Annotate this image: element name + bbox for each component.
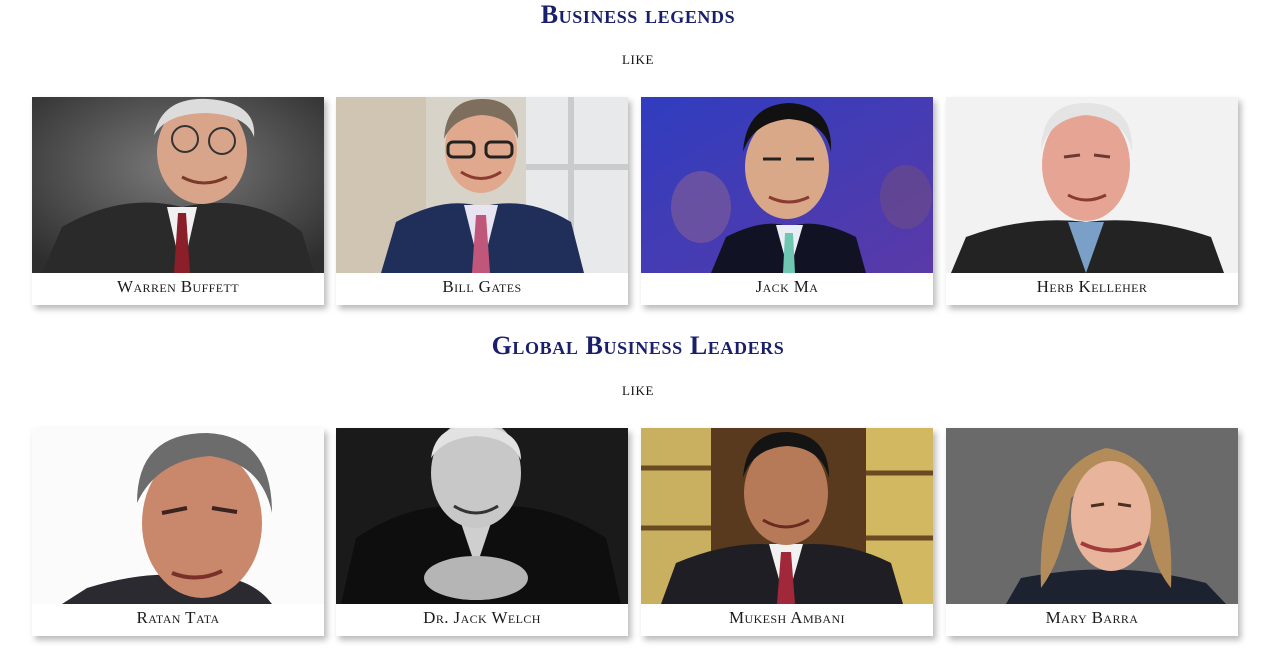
person-name: Bill Gates	[442, 277, 522, 296]
portrait-photo	[32, 428, 324, 604]
leaders-row: Ratan Tata Dr. Jack Welch Mukesh Ambani …	[32, 428, 1238, 636]
person-card-jack-welch[interactable]: Dr. Jack Welch	[336, 428, 628, 636]
person-card-herb-kelleher[interactable]: Herb Kelleher	[946, 97, 1238, 305]
section-subtitle: like	[622, 48, 654, 68]
legends-row: Warren Buffett Bill Gates Jack Ma Herb K…	[32, 97, 1238, 305]
portrait-photo	[336, 97, 628, 273]
person-name: Dr. Jack Welch	[423, 608, 541, 627]
person-card-warren-buffett[interactable]: Warren Buffett	[32, 97, 324, 305]
person-name: Ratan Tata	[136, 608, 220, 627]
portrait-photo	[336, 428, 628, 604]
portrait-photo	[946, 97, 1238, 273]
person-name: Jack Ma	[755, 277, 819, 296]
portrait-photo	[641, 97, 933, 273]
person-name: Warren Buffett	[117, 277, 239, 296]
portrait-photo	[32, 97, 324, 273]
person-name: Mukesh Ambani	[729, 608, 845, 627]
portrait-photo	[641, 428, 933, 604]
section-title-business-legends: Business legends	[540, 0, 736, 29]
portrait-photo	[946, 428, 1238, 604]
person-card-bill-gates[interactable]: Bill Gates	[336, 97, 628, 305]
person-name: Herb Kelleher	[1036, 277, 1148, 296]
person-name: Mary Barra	[1045, 608, 1139, 627]
person-card-mukesh-ambani[interactable]: Mukesh Ambani	[641, 428, 933, 636]
person-card-jack-ma[interactable]: Jack Ma	[641, 97, 933, 305]
section-title-global-business-leaders: Global Business Leaders	[491, 331, 785, 360]
person-card-mary-barra[interactable]: Mary Barra	[946, 428, 1238, 636]
person-card-ratan-tata[interactable]: Ratan Tata	[32, 428, 324, 636]
section-subtitle: like	[622, 379, 654, 399]
